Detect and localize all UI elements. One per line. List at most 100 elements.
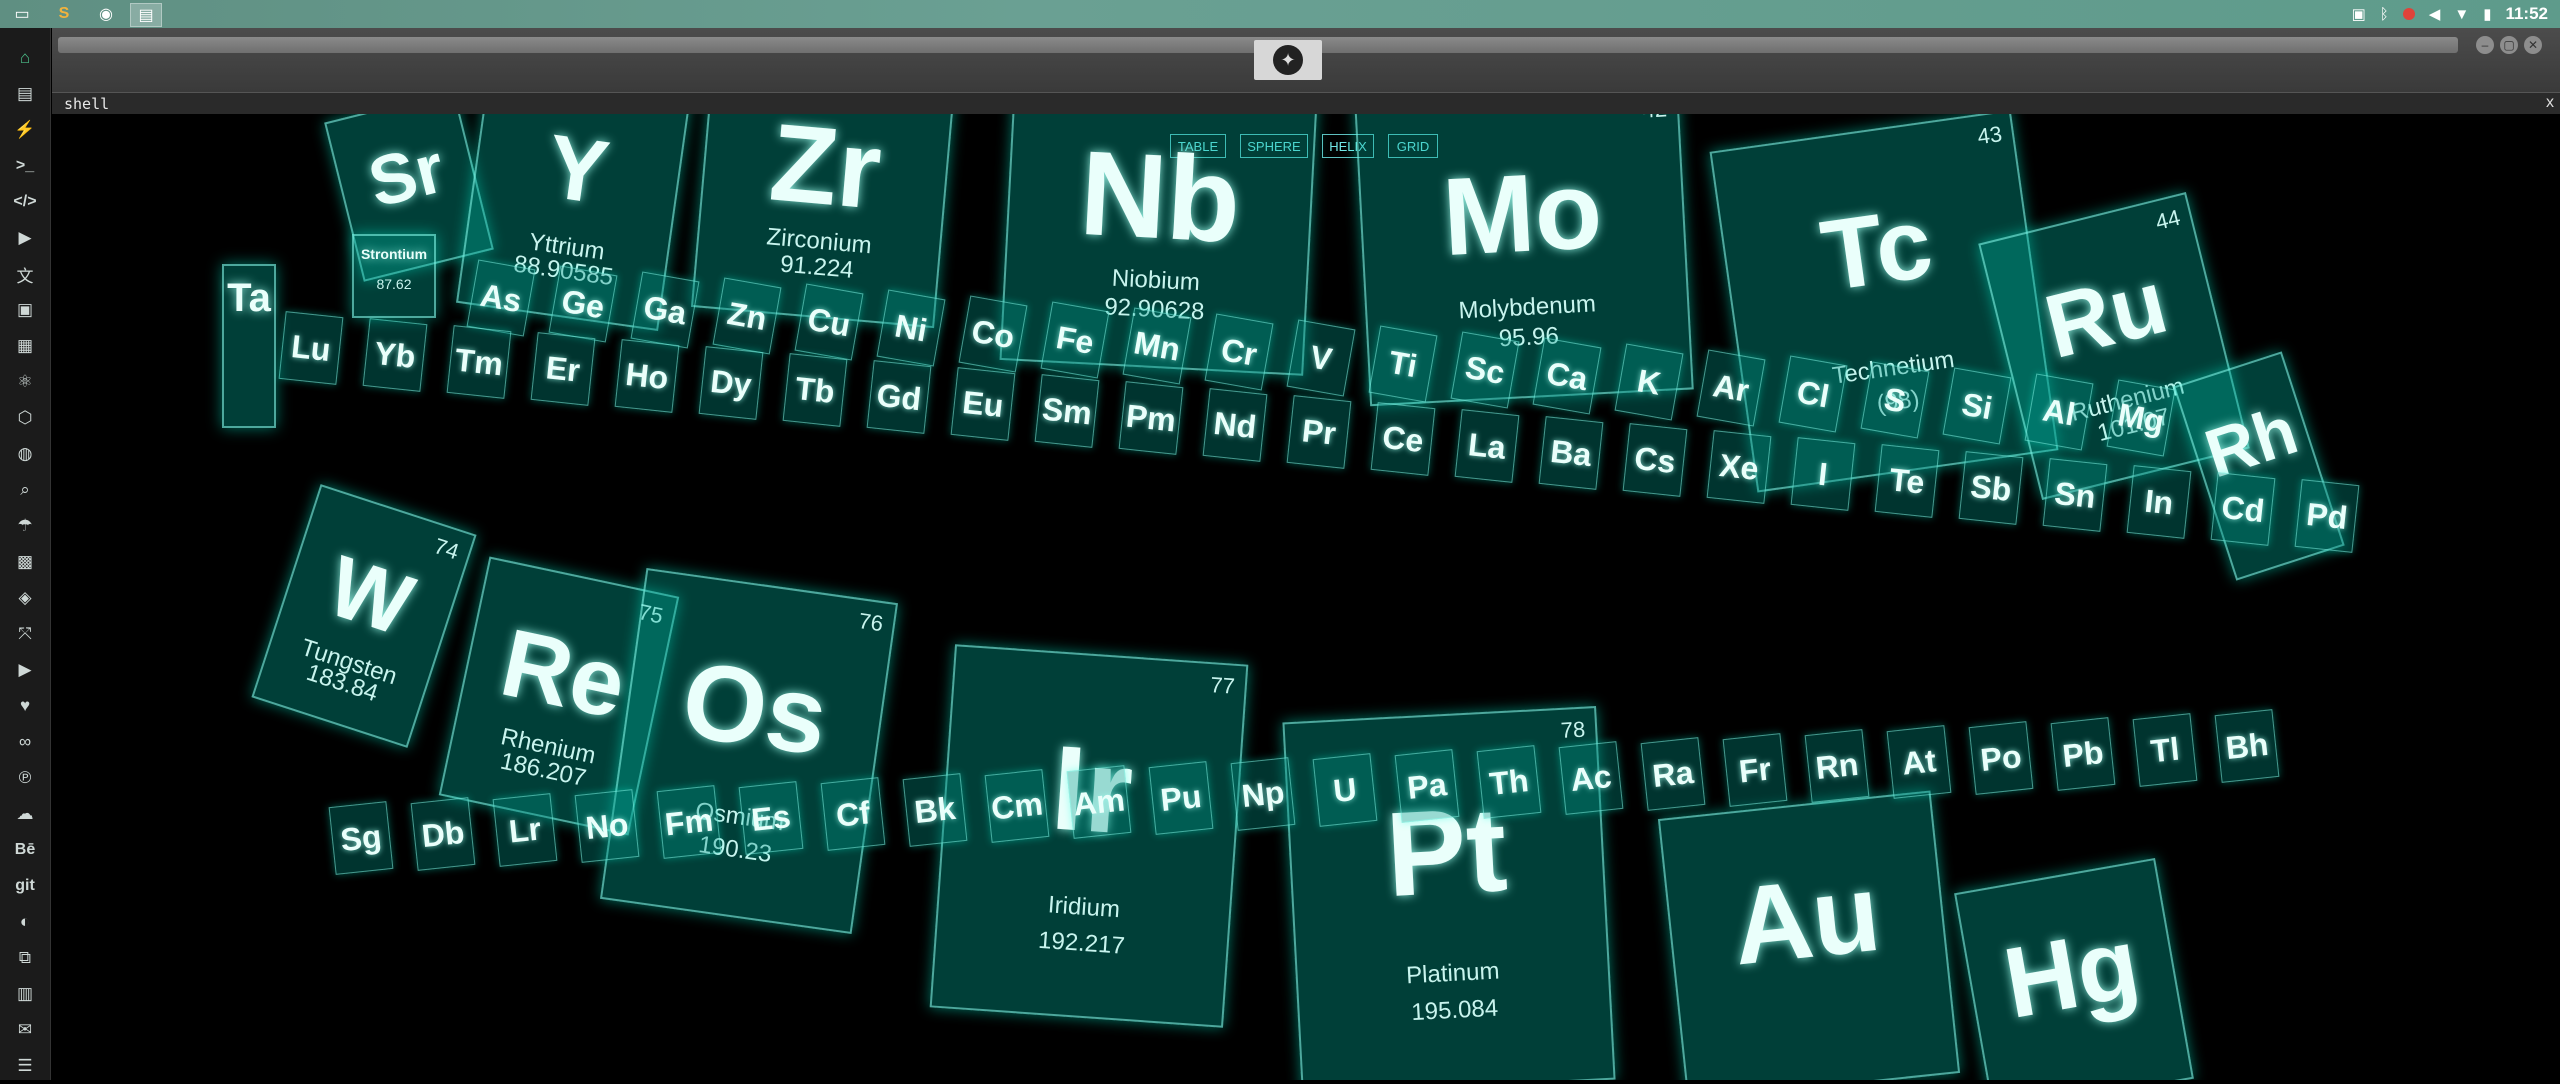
element-tile-small[interactable]: Cd <box>2210 472 2276 546</box>
expand-icon[interactable]: ⤧ <box>0 616 50 652</box>
element-tile-small[interactable]: Pr <box>1286 395 1352 469</box>
minimize-icon[interactable]: – <box>2476 36 2494 54</box>
github-icon[interactable]: ◐ <box>0 904 50 940</box>
mail-icon[interactable]: ✉ <box>0 1012 50 1048</box>
element-tile-small[interactable]: Al <box>2024 373 2094 451</box>
element-tile-small[interactable]: Ho <box>614 339 680 413</box>
element-tile-small[interactable]: Ti <box>1368 325 1438 403</box>
element-tile-small[interactable]: Mg <box>2106 379 2176 457</box>
element-tile-small[interactable]: Fr <box>1722 733 1788 807</box>
news-icon[interactable]: ▦ <box>0 328 50 364</box>
element-tile-small[interactable]: Pm <box>1118 381 1184 455</box>
youtube-icon[interactable]: ▶ <box>0 652 50 688</box>
element-tile-small[interactable]: As <box>466 259 536 337</box>
element-tile[interactable]: 76 Os Osmium 190.23 <box>599 567 899 935</box>
server-icon[interactable]: ☰ <box>0 1048 50 1084</box>
element-tile-small[interactable]: Fm <box>656 785 722 859</box>
element-tile-small[interactable]: Ac <box>1558 741 1624 815</box>
element-tile-small[interactable]: Ce <box>1370 402 1436 476</box>
lightning-icon[interactable]: ⚡ <box>0 112 50 148</box>
element-tile-small[interactable]: Am <box>1066 765 1132 839</box>
close-window-icon[interactable]: ✕ <box>2524 36 2542 54</box>
boxes-icon[interactable]: ⧉ <box>0 940 50 976</box>
wifi-icon[interactable]: ▼ <box>2454 6 2469 23</box>
sublime-text-icon[interactable]: S <box>52 3 76 25</box>
element-tile-small[interactable]: Gd <box>866 360 932 434</box>
image-icon[interactable]: ▣ <box>0 292 50 328</box>
home-icon[interactable]: ⌂ <box>0 40 50 76</box>
element-tile-small[interactable]: Tl <box>2132 713 2198 787</box>
element-tile-small[interactable]: Cf <box>820 777 886 851</box>
element-tile-small[interactable]: Sm <box>1034 374 1100 448</box>
element-tile-small[interactable]: Cr <box>1204 313 1274 391</box>
element-tile-small[interactable]: Th <box>1476 745 1542 819</box>
element-tile-small[interactable]: Sn <box>2042 458 2108 532</box>
element-tile-small[interactable]: Zn <box>712 277 782 355</box>
chrome-icon[interactable]: ◉ <box>94 3 118 25</box>
element-tile-small[interactable]: Ar <box>1696 349 1766 427</box>
contact-card-icon[interactable]: ▩ <box>0 544 50 580</box>
heart-icon[interactable]: ♥ <box>0 688 50 724</box>
element-tile-small[interactable]: Lu <box>278 311 344 385</box>
periodic-table-helix-view[interactable]: TABLE SPHERE HELIX GRID Sr Y Yttrium 88.905… <box>52 114 2560 1080</box>
element-tile-small[interactable]: S <box>1860 361 1930 439</box>
element-tile-small[interactable]: No <box>574 789 640 863</box>
battery-icon[interactable]: ▮ <box>2483 5 2491 23</box>
folder-icon[interactable]: ▭ <box>10 3 34 25</box>
element-tile-small[interactable]: Ni <box>876 289 946 367</box>
element-tile-small[interactable]: I <box>1790 437 1856 511</box>
bluetooth-icon[interactable]: ᛒ <box>2380 6 2389 23</box>
element-tile-small[interactable]: Bh <box>2214 709 2280 783</box>
element-tile-small[interactable]: Cm <box>984 769 1050 843</box>
element-tile-small[interactable]: Si <box>1942 367 2012 445</box>
element-tile-small[interactable]: Cl <box>1778 355 1848 433</box>
clock[interactable]: 11:52 <box>2505 4 2548 24</box>
code-icon[interactable]: </> <box>0 184 50 220</box>
element-tile-small[interactable]: Tb <box>782 353 848 427</box>
globe-icon[interactable]: ◍ <box>0 436 50 472</box>
element-tile-small[interactable]: Sg <box>328 801 394 875</box>
element-tile-small[interactable]: Mn <box>1122 307 1192 385</box>
map-icon[interactable]: ▥ <box>0 976 50 1012</box>
element-tile-small[interactable]: Lr <box>492 793 558 867</box>
translate-icon[interactable]: 文 <box>0 256 50 292</box>
element-tile-small[interactable]: Ge <box>548 265 618 343</box>
element-tile-small[interactable]: Nd <box>1202 388 1268 462</box>
element-tile-small[interactable]: Sc <box>1450 331 1520 409</box>
element-tile-small[interactable]: Cs <box>1622 423 1688 497</box>
cloud-icon[interactable]: ☁ <box>0 796 50 832</box>
element-tile-small[interactable]: Te <box>1874 444 1940 518</box>
element-tile-small[interactable]: Pd <box>2294 479 2360 553</box>
element-tile-small[interactable]: Rn <box>1804 729 1870 803</box>
infinity-icon[interactable]: ∞ <box>0 724 50 760</box>
element-tile-small[interactable]: Xe <box>1706 430 1772 504</box>
element-tile-small[interactable]: Pu <box>1148 761 1214 835</box>
react-icon[interactable]: ⚛ <box>0 364 50 400</box>
graphql-icon[interactable]: ⬡ <box>0 400 50 436</box>
element-tile-small[interactable]: Yb <box>362 318 428 392</box>
maximize-icon[interactable]: ▢ <box>2500 36 2518 54</box>
terminal-icon[interactable]: >_ <box>0 148 50 184</box>
element-tile-small[interactable]: At <box>1886 725 1952 799</box>
play-icon[interactable]: ▶ <box>0 220 50 256</box>
element-tile-partial[interactable]: Ta <box>222 264 276 428</box>
rebel-alliance-icon[interactable]: ✦ <box>1254 40 1322 80</box>
element-tile-small[interactable]: Ba <box>1538 416 1604 490</box>
element-tile-small[interactable]: Fe <box>1040 301 1110 379</box>
element-tile-small[interactable]: U <box>1312 753 1378 827</box>
image-icon[interactable]: ▣ <box>2352 5 2366 23</box>
element-tile-small[interactable]: Ga <box>630 271 700 349</box>
element-tile-small[interactable]: Db <box>410 797 476 871</box>
element-tile-small[interactable]: V <box>1286 319 1356 397</box>
record-icon[interactable] <box>2402 8 2415 20</box>
element-tile-small[interactable]: In <box>2126 465 2192 539</box>
element-tile-small[interactable]: Ra <box>1640 737 1706 811</box>
element-tile[interactable]: Au <box>1657 790 1961 1080</box>
element-tile-partial[interactable]: Strontium 87.62 <box>352 234 436 318</box>
element-tile-small[interactable]: K <box>1614 343 1684 421</box>
element-tile[interactable]: 74 W Tungsten 183.84 <box>251 484 477 748</box>
element-tile-small[interactable]: Ca <box>1532 337 1602 415</box>
element-tile-small[interactable]: Tm <box>446 325 512 399</box>
element-tile-small[interactable]: Sb <box>1958 451 2024 525</box>
element-tile-small[interactable]: Po <box>1968 721 2034 795</box>
